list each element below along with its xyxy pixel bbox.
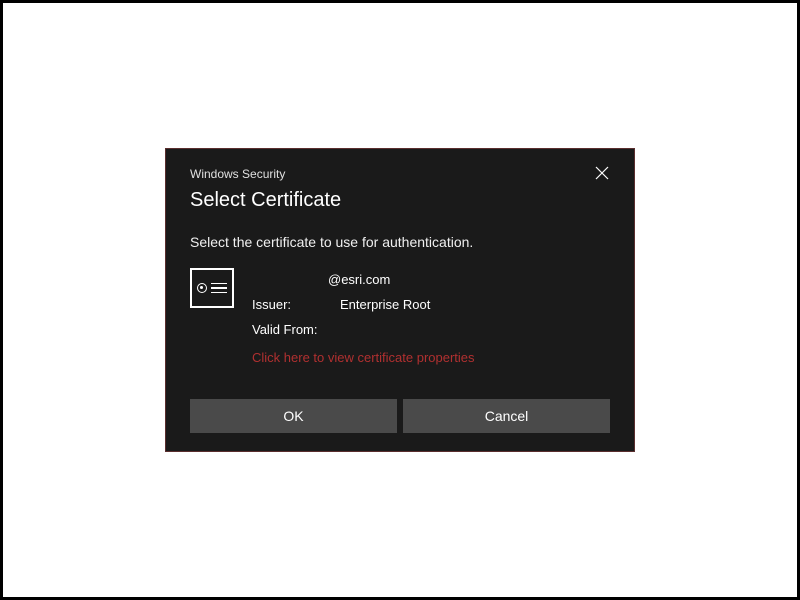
ok-button[interactable]: OK xyxy=(190,399,397,433)
certificate-item[interactable]: @esri.com Issuer: Enterprise Root Valid … xyxy=(190,268,610,371)
certificate-details: @esri.com Issuer: Enterprise Root Valid … xyxy=(252,268,610,371)
valid-from-label: Valid From: xyxy=(252,318,322,343)
instruction-text: Select the certificate to use for authen… xyxy=(190,234,610,250)
close-button[interactable] xyxy=(594,165,610,181)
cancel-button[interactable]: Cancel xyxy=(403,399,610,433)
issuer-value: Enterprise Root xyxy=(340,293,430,318)
issuer-label: Issuer: xyxy=(252,293,322,318)
app-title: Windows Security xyxy=(190,167,285,181)
view-properties-link[interactable]: Click here to view certificate propertie… xyxy=(252,346,610,371)
certificate-subject: @esri.com xyxy=(252,268,610,293)
dialog-header: Windows Security xyxy=(190,167,610,181)
button-row: OK Cancel xyxy=(190,399,610,433)
certificate-dialog: Windows Security Select Certificate Sele… xyxy=(165,148,635,452)
dialog-title: Select Certificate xyxy=(190,189,610,212)
close-icon xyxy=(595,166,609,180)
certificate-icon xyxy=(190,268,234,308)
